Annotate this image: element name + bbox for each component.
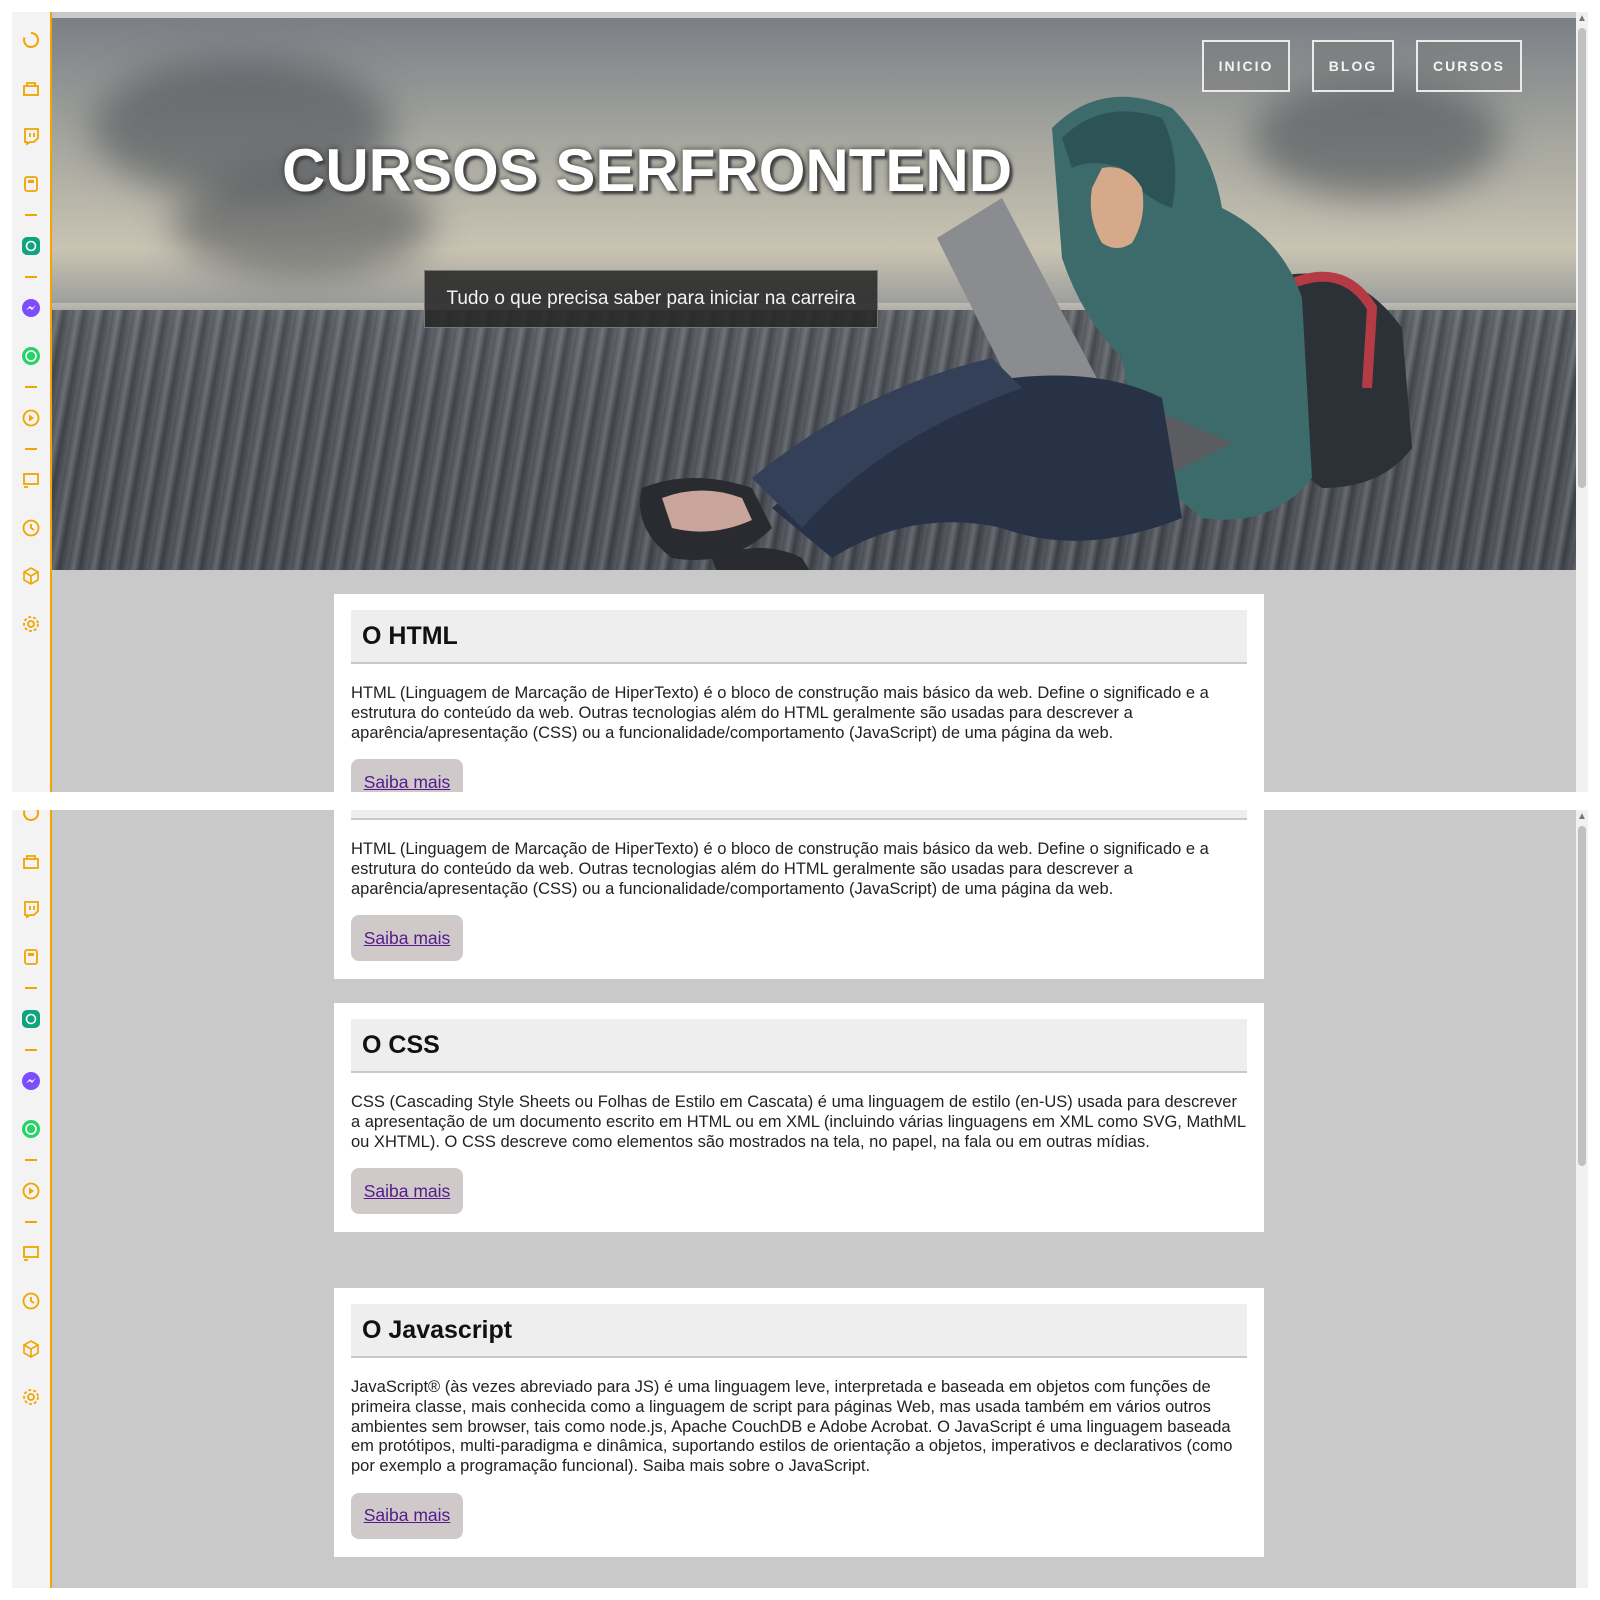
nav-cursos-button[interactable]: CURSOS	[1416, 40, 1522, 92]
sidebar-separator	[25, 1049, 37, 1051]
cast-icon[interactable]	[20, 1242, 42, 1264]
settings-icon[interactable]	[20, 1386, 42, 1408]
sidebar-separator	[25, 1159, 37, 1161]
play-icon[interactable]	[20, 407, 42, 429]
saiba-mais-button[interactable]: Saiba mais	[351, 759, 463, 792]
calculator-icon[interactable]	[20, 946, 42, 968]
top-nav: INICIO BLOG CURSOS	[1202, 40, 1522, 92]
store-icon[interactable]	[20, 850, 42, 872]
scroll-up-arrow-icon[interactable]: ▲	[1576, 810, 1588, 824]
card-title: O HTML	[351, 610, 1247, 664]
twitch-icon[interactable]	[20, 898, 42, 920]
cast-icon[interactable]	[20, 469, 42, 491]
circle-arrow-icon[interactable]	[20, 810, 42, 824]
chatgpt-icon[interactable]	[20, 1008, 42, 1030]
clock-icon[interactable]	[20, 517, 42, 539]
page-viewport: INICIO BLOG CURSOS CURSOS SERFRONTEND Tu…	[52, 12, 1576, 792]
settings-icon[interactable]	[20, 613, 42, 635]
card-title: O Javascript	[351, 1304, 1247, 1358]
cube-icon[interactable]	[20, 565, 42, 587]
sidebar-separator	[25, 386, 37, 388]
hero-subtitle: Tudo o que precisa saber para iniciar na…	[424, 270, 878, 328]
circle-arrow-icon[interactable]	[20, 29, 42, 51]
chatgpt-icon[interactable]	[20, 235, 42, 257]
card-title: O CSS	[351, 1019, 1247, 1073]
messenger-icon[interactable]	[20, 297, 42, 319]
card-html: O HTML HTML (Linguagem de Marcação de Hi…	[334, 594, 1264, 792]
sidebar-separator	[25, 1221, 37, 1223]
card-title: O HTML	[351, 810, 1247, 820]
whatsapp-icon[interactable]	[20, 1118, 42, 1140]
messenger-icon[interactable]	[20, 1070, 42, 1092]
card-html: O HTML HTML (Linguagem de Marcação de Hi…	[334, 810, 1264, 980]
sidebar-separator	[25, 448, 37, 450]
card-css: O CSS CSS (Cascading Style Sheets ou Fol…	[334, 1003, 1264, 1233]
screenshot-bottom: O HTML HTML (Linguagem de Marcação de Hi…	[12, 810, 1588, 1588]
card-javascript: O Javascript JavaScript® (às vezes abrev…	[334, 1288, 1264, 1557]
card-text: HTML (Linguagem de Marcação de HiperText…	[351, 840, 1209, 898]
calculator-icon[interactable]	[20, 173, 42, 195]
saiba-mais-button[interactable]: Saiba mais	[351, 1492, 463, 1539]
scrollbar[interactable]: ▲	[1576, 810, 1588, 1588]
sidebar-separator	[25, 987, 37, 989]
play-icon[interactable]	[20, 1180, 42, 1202]
scrollbar-thumb[interactable]	[1578, 28, 1586, 488]
clock-icon[interactable]	[20, 1290, 42, 1312]
browser-sidebar	[12, 12, 52, 792]
cube-icon[interactable]	[20, 1338, 42, 1360]
store-icon[interactable]	[20, 77, 42, 99]
nav-inicio-button[interactable]: INICIO	[1202, 40, 1290, 92]
scroll-up-arrow-icon[interactable]: ▲	[1576, 12, 1588, 26]
hero-title: CURSOS SERFRONTEND	[282, 137, 1013, 204]
saiba-mais-button[interactable]: Saiba mais	[351, 915, 463, 962]
sidebar-separator	[25, 214, 37, 216]
scrollbar[interactable]: ▲	[1576, 12, 1588, 792]
scrollbar-thumb[interactable]	[1578, 826, 1586, 1166]
hero-banner: INICIO BLOG CURSOS CURSOS SERFRONTEND Tu…	[52, 18, 1576, 570]
saiba-mais-button[interactable]: Saiba mais	[351, 1168, 463, 1215]
card-text: HTML (Linguagem de Marcação de HiperText…	[351, 684, 1209, 742]
twitch-icon[interactable]	[20, 125, 42, 147]
page-viewport: O HTML HTML (Linguagem de Marcação de Hi…	[52, 810, 1576, 1588]
card-text: JavaScript® (às vezes abreviado para JS)…	[351, 1378, 1233, 1476]
browser-sidebar	[12, 810, 52, 1588]
sidebar-separator	[25, 276, 37, 278]
whatsapp-icon[interactable]	[20, 345, 42, 367]
nav-blog-button[interactable]: BLOG	[1312, 40, 1394, 92]
card-text: CSS (Cascading Style Sheets ou Folhas de…	[351, 1093, 1246, 1151]
screenshot-top: INICIO BLOG CURSOS CURSOS SERFRONTEND Tu…	[12, 12, 1588, 792]
